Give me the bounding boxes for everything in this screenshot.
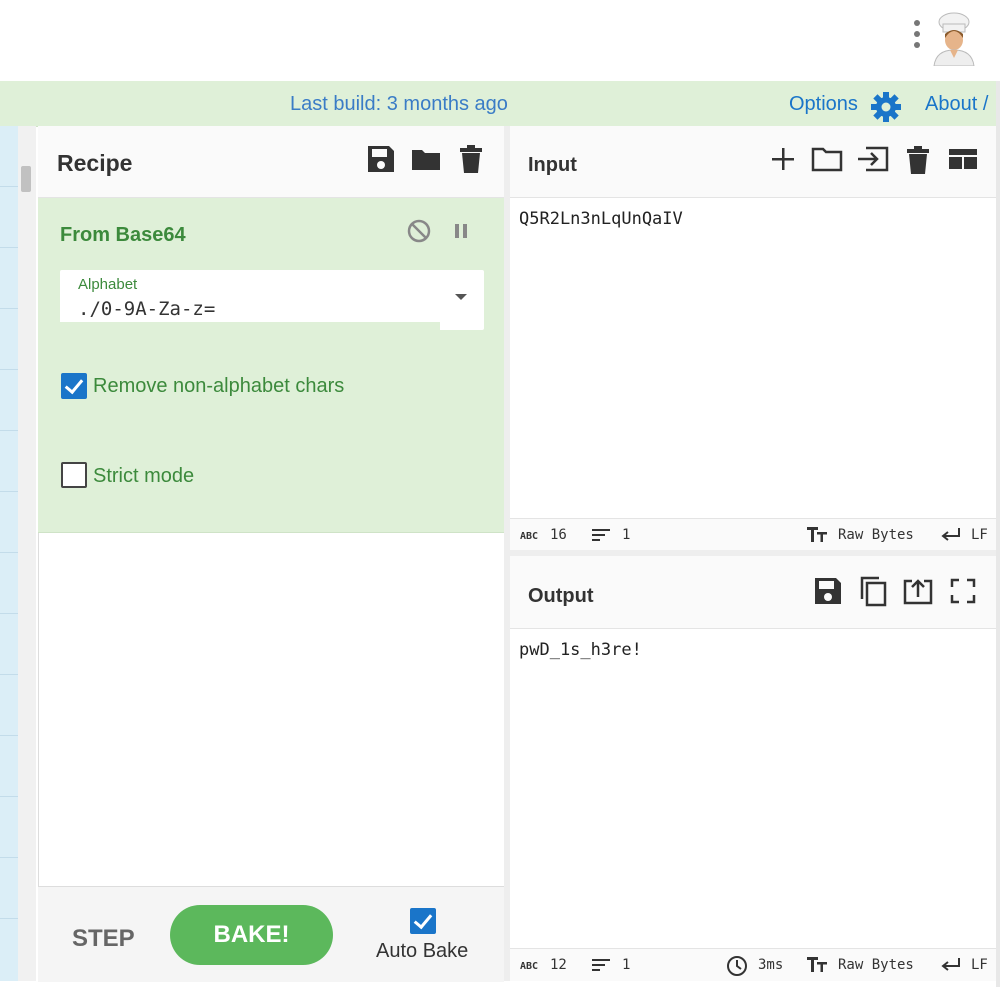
copy-output-icon[interactable] <box>857 575 889 607</box>
replace-input-with-output-icon[interactable] <box>902 575 934 607</box>
input-textarea[interactable] <box>510 198 996 518</box>
operations-panel-edge <box>0 126 18 981</box>
alphabet-value[interactable]: ./0-9A-Za-z= <box>78 298 215 320</box>
pause-breakpoint-icon[interactable] <box>446 216 478 248</box>
chevron-down-icon[interactable] <box>455 294 467 300</box>
open-file-folder-icon[interactable] <box>811 144 843 176</box>
text-encoding-icon[interactable] <box>807 525 829 543</box>
clock-icon <box>726 955 748 977</box>
bake-button[interactable]: BAKE! <box>170 905 333 965</box>
recipe-title: Recipe <box>57 150 133 176</box>
input-title: Input <box>528 154 577 176</box>
load-recipe-folder-icon[interactable] <box>410 143 442 175</box>
remove-non-alphabet-label[interactable]: Remove non-alphabet chars <box>93 375 344 398</box>
lines-icon <box>592 527 610 543</box>
auto-bake-label[interactable]: Auto Bake <box>376 940 468 963</box>
last-build-text: Last build: 3 months ago <box>290 93 508 115</box>
remove-non-alphabet-checkbox[interactable] <box>61 373 87 399</box>
bake-time: 3ms <box>758 957 784 973</box>
more-options-icon[interactable] <box>910 20 924 56</box>
strict-mode-label[interactable]: Strict mode <box>93 465 194 488</box>
strict-mode-checkbox[interactable] <box>61 462 87 488</box>
alphabet-input-underline <box>60 322 440 330</box>
save-recipe-icon[interactable] <box>365 143 397 175</box>
lines-icon <box>592 957 610 973</box>
eol-return-icon[interactable] <box>940 956 962 974</box>
scrollbar-thumb[interactable] <box>21 166 31 192</box>
load-file-input-icon[interactable] <box>856 144 889 176</box>
gear-icon[interactable] <box>870 91 902 123</box>
input-eol[interactable]: LF <box>971 527 988 543</box>
abc-length-icon: ABC <box>520 961 539 972</box>
output-status-bar: ABC 12 1 3ms Raw Bytes LF <box>510 948 996 981</box>
operations-scrollbar[interactable] <box>18 126 36 981</box>
save-output-icon[interactable] <box>812 575 844 607</box>
output-lines: 1 <box>622 957 631 973</box>
clear-input-trash-icon[interactable] <box>902 144 934 176</box>
about-link[interactable]: About / <box>925 93 988 116</box>
output-encoding[interactable]: Raw Bytes <box>838 957 914 973</box>
output-eol[interactable]: LF <box>971 957 988 973</box>
auto-bake-checkbox[interactable] <box>410 908 436 934</box>
options-link[interactable]: Options <box>789 93 858 116</box>
input-lines: 1 <box>622 527 631 543</box>
add-tab-plus-icon[interactable] <box>768 144 800 176</box>
input-status-bar: ABC 16 1 Raw Bytes LF <box>510 518 996 551</box>
operation-title: From Base64 <box>60 224 186 246</box>
alphabet-label: Alphabet <box>78 276 138 293</box>
output-text[interactable]: pwD_1s_h3re! <box>519 640 642 660</box>
window-right-edge <box>996 81 1000 987</box>
step-button[interactable]: STEP <box>72 925 135 953</box>
output-length: 12 <box>550 957 567 973</box>
clear-recipe-trash-icon[interactable] <box>455 143 487 175</box>
disable-operation-icon[interactable] <box>404 216 436 248</box>
input-text[interactable]: Q5R2Ln3nLqUnQaIV <box>519 209 683 229</box>
chef-avatar-icon[interactable] <box>928 12 980 66</box>
output-title: Output <box>528 585 594 607</box>
reset-layout-icon[interactable] <box>947 144 979 176</box>
maximise-output-icon[interactable] <box>947 575 979 607</box>
text-encoding-icon[interactable] <box>807 955 829 973</box>
input-length: 16 <box>550 527 567 543</box>
abc-length-icon: ABC <box>520 531 539 542</box>
top-bar <box>0 0 1000 81</box>
eol-return-icon[interactable] <box>940 526 962 544</box>
input-encoding[interactable]: Raw Bytes <box>838 527 914 543</box>
